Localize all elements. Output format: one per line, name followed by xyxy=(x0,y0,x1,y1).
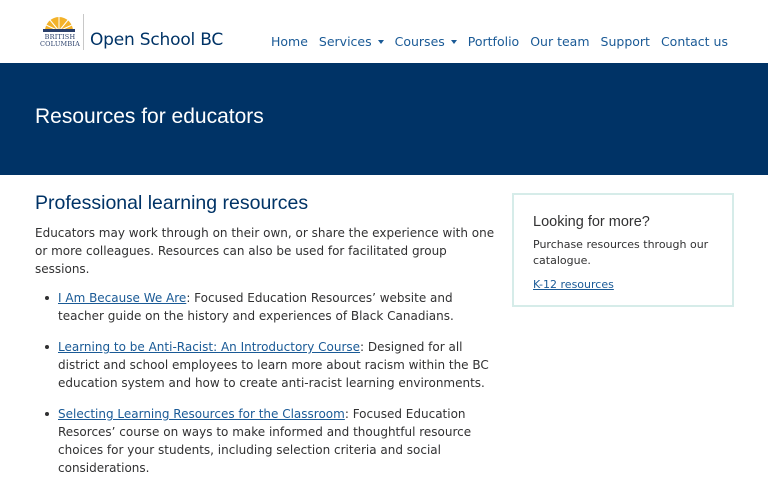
caret-down-icon xyxy=(450,39,457,44)
list-item: Selecting Learning Resources for the Cla… xyxy=(35,405,495,477)
page-title: Resources for educators xyxy=(35,105,264,128)
main-nav: Home Services Courses Portfolio Our team… xyxy=(260,34,728,49)
caret-down-icon xyxy=(377,39,384,44)
logo-divider xyxy=(83,14,84,50)
nav-contact-us[interactable]: Contact us xyxy=(661,34,728,49)
nav-home[interactable]: Home xyxy=(271,34,308,49)
aside-text: Purchase resources through our catalogue… xyxy=(533,238,709,267)
resource-link-selecting-learning-resources[interactable]: Selecting Learning Resources for the Cla… xyxy=(58,407,345,421)
site-header: BRITISH COLUMBIA Open School BC Home Ser… xyxy=(0,0,768,63)
logo-text-line2: COLUMBIA xyxy=(39,40,81,48)
nav-contact-us-label: Contact us xyxy=(660,34,728,49)
nav-services[interactable]: Services xyxy=(319,34,384,49)
intro-paragraph: Educators may work through on their own,… xyxy=(35,226,495,276)
looking-for-more-panel: Looking for more? Purchase resources thr… xyxy=(512,193,734,307)
nav-portfolio-label: Portfolio xyxy=(467,34,520,49)
nav-portfolio[interactable]: Portfolio xyxy=(468,34,519,49)
nav-support-label: Support xyxy=(600,34,650,49)
site-brand[interactable]: Open School BC xyxy=(90,30,223,50)
page-banner: Resources for educators xyxy=(0,63,768,175)
aside-heading: Looking for more? xyxy=(533,214,650,230)
main-content: Professional learning resources Educator… xyxy=(35,192,495,490)
logo-wordmark: BRITISH COLUMBIA xyxy=(38,34,82,48)
nav-our-team[interactable]: Our team xyxy=(530,34,589,49)
nav-support[interactable]: Support xyxy=(601,34,650,49)
nav-courses-label: Courses xyxy=(394,34,445,49)
nav-courses[interactable]: Courses xyxy=(395,34,457,49)
bc-government-logo[interactable]: BRITISH COLUMBIA xyxy=(38,12,82,52)
resource-link-i-am-because-we-are[interactable]: I Am Because We Are xyxy=(58,291,186,305)
list-item: Learning to be Anti-Racist: An Introduct… xyxy=(35,338,495,392)
list-item: I Am Because We Are: Focused Education R… xyxy=(35,289,495,325)
resource-link-anti-racist-course[interactable]: Learning to be Anti-Racist: An Introduct… xyxy=(58,340,360,354)
resource-list: I Am Because We Are: Focused Education R… xyxy=(35,289,495,477)
k12-resources-link[interactable]: K-12 resources xyxy=(533,278,614,291)
nav-services-label: Services xyxy=(318,34,372,49)
nav-home-label: Home xyxy=(270,34,308,49)
nav-our-team-label: Our team xyxy=(530,34,590,49)
section-heading: Professional learning resources xyxy=(35,192,309,214)
sun-logo-icon xyxy=(43,17,75,32)
